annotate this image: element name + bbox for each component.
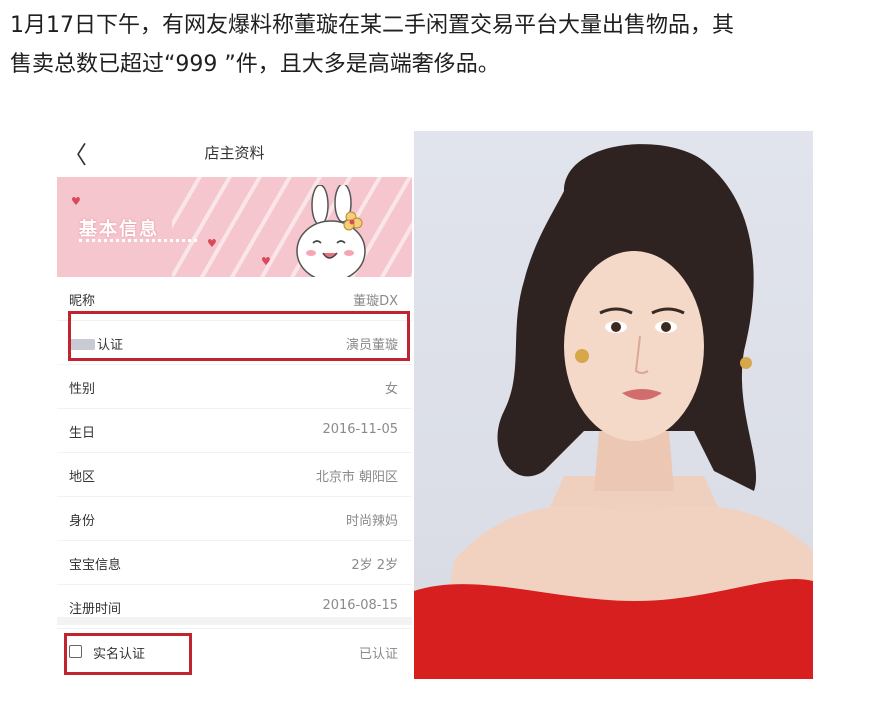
row-label: 宝宝信息 — [69, 558, 122, 573]
heart-icon: ♥ — [261, 255, 271, 268]
row-value: 北京市 朝阳区 — [315, 470, 398, 485]
row-value: 2岁 2岁 — [351, 558, 398, 573]
list-item-region: 地区 北京市 朝阳区 — [57, 453, 412, 497]
profile-banner: 基本信息 ♥ ♥ ♥ — [57, 177, 412, 277]
row-label: 昵称 — [69, 294, 96, 309]
row-value: 时尚辣妈 — [345, 514, 398, 529]
page-title: 店主资料 — [204, 144, 265, 162]
section-divider — [57, 617, 412, 625]
row-label: 地区 — [69, 470, 96, 485]
row-value: 2016-11-05 — [322, 422, 398, 437]
news-caption: 1月17日下午，有网友爆料称董璇在某二手闲置交易平台大量出售物品，其 售卖总数已… — [10, 6, 870, 84]
highlight-box-certification — [68, 311, 410, 361]
row-value: 2016-08-15 — [322, 598, 398, 613]
list-item-baby-info: 宝宝信息 2岁 2岁 — [57, 541, 412, 585]
row-label: 身份 — [69, 514, 96, 529]
row-value: 女 — [384, 382, 398, 397]
profile-nav-bar: 〈 店主资料 — [57, 127, 412, 177]
list-item-gender: 性别 女 — [57, 365, 412, 409]
list-item-birthday: 生日 2016-11-05 — [57, 409, 412, 453]
banner-dotted-line — [79, 239, 197, 242]
shop-owner-profile-screenshot: 〈 店主资料 基本信息 ♥ ♥ ♥ 昵称 董璇DX 认证 演员董璇 性别 女 生… — [57, 127, 412, 680]
highlight-box-verification — [64, 633, 192, 675]
banner-stripes — [172, 177, 412, 277]
row-label: 注册时间 — [69, 602, 122, 617]
heart-icon: ♥ — [207, 237, 217, 250]
heart-icon: ♥ — [71, 195, 81, 208]
row-value: 已认证 — [358, 647, 398, 662]
list-item-identity: 身份 时尚辣妈 — [57, 497, 412, 541]
row-label: 生日 — [69, 426, 96, 441]
banner-title: 基本信息 — [79, 219, 159, 240]
portrait-illustration — [414, 144, 813, 679]
caption-line-1: 1月17日下午，有网友爆料称董璇在某二手闲置交易平台大量出售物品，其 — [10, 13, 734, 38]
row-label: 性别 — [69, 382, 96, 397]
caption-line-2: 售卖总数已超过“999 ”件，且大多是高端奢侈品。 — [10, 52, 500, 77]
bunny-mascot-icon — [296, 185, 366, 277]
row-value: 董璇DX — [353, 294, 398, 309]
portrait-photo — [414, 131, 813, 679]
